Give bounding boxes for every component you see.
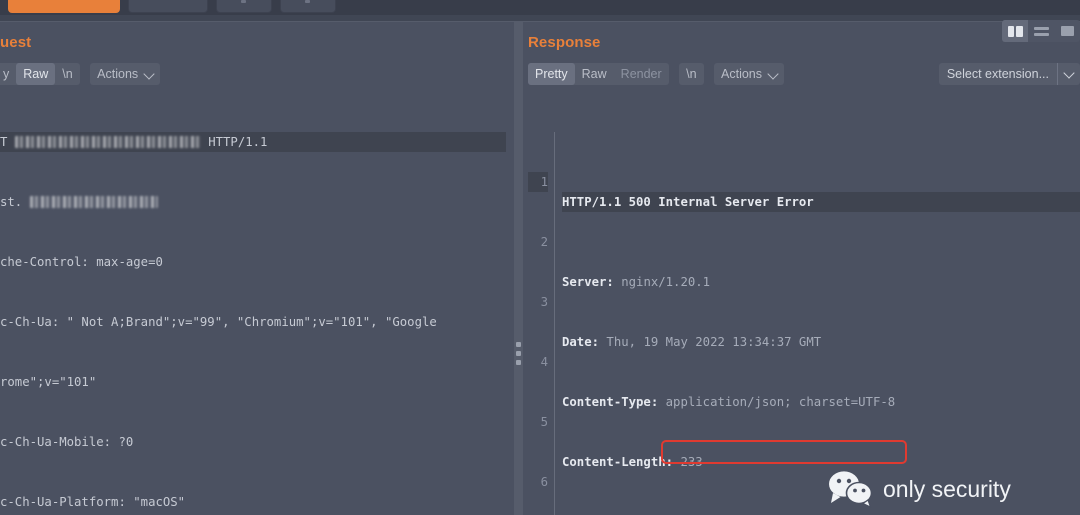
split-vertical-icon	[1007, 25, 1023, 37]
line-number: 1	[528, 172, 548, 192]
tab-4-dot	[305, 0, 310, 3]
request-line-1: T HTTP/1.1	[0, 132, 506, 152]
request-title: uest	[0, 34, 32, 51]
single-view-button[interactable]	[1054, 20, 1080, 42]
request-body[interactable]: T HTTP/1.1 st. che-Control: max-age=0 c-…	[0, 92, 506, 515]
response-actions-button[interactable]: Actions	[714, 63, 785, 85]
response-panel: Response Pretty Raw Render \n Actions Sele…	[528, 20, 1080, 515]
request-line-3: che-Control: max-age=0	[0, 255, 163, 269]
response-header-line: Content-Type: application/json; charset=…	[562, 395, 896, 409]
panel-divider[interactable]	[514, 22, 523, 515]
line-number: 3	[540, 295, 548, 309]
response-title: Response	[528, 34, 601, 51]
line-number: 5	[540, 415, 548, 429]
redacted-request-url	[14, 136, 201, 148]
response-status-line: HTTP/1.1 500 Internal Server Error	[562, 192, 1080, 212]
response-header-line: Content-Length: 233	[562, 455, 703, 469]
split-horizontal-icon	[1033, 26, 1049, 37]
request-line-6: c-Ch-Ua-Mobile: ?0	[0, 435, 134, 449]
request-tab-raw[interactable]: Raw	[16, 63, 56, 85]
drag-handle-icon[interactable]	[516, 342, 521, 369]
request-line-5: rome";v="101"	[0, 375, 97, 389]
tab-strip	[0, 0, 1080, 15]
response-header-line: Server: nginx/1.20.1	[562, 275, 711, 289]
tab-1[interactable]	[8, 0, 120, 13]
response-header-line: Date: Thu, 19 May 2022 13:34:37 GMT	[562, 335, 822, 349]
redacted-host	[29, 196, 158, 208]
response-toolbar: Pretty Raw Render \n Actions	[528, 63, 785, 85]
request-view-tabs: y Raw \n	[0, 63, 80, 85]
wechat-icon	[829, 471, 873, 508]
request-line-7: c-Ch-Ua-Platform: "macOS"	[0, 495, 186, 509]
tab-2[interactable]	[128, 0, 208, 13]
response-lines: HTTP/1.1 500 Internal Server Error Serve…	[555, 132, 1080, 515]
response-tab-newline[interactable]: \n	[679, 63, 704, 85]
request-tab-pretty[interactable]: y	[0, 63, 16, 85]
burp-suite-window: uest y Raw \n Actions T HTTP/1.1 st. che-C…	[0, 0, 1080, 515]
line-number: 2	[540, 235, 548, 249]
response-tab-raw[interactable]: Raw	[575, 63, 614, 85]
line-number: 4	[540, 355, 548, 369]
watermark-text: only security	[883, 475, 1011, 502]
tab-4[interactable]	[280, 0, 336, 13]
request-toolbar: y Raw \n Actions	[0, 63, 161, 85]
extension-select-label: Select extension...	[946, 67, 1049, 81]
request-actions-button[interactable]: Actions	[90, 63, 161, 85]
watermark: only security	[828, 470, 1011, 508]
tab-3-dot	[241, 0, 246, 3]
request-tab-newline[interactable]: \n	[55, 63, 79, 85]
request-panel: uest y Raw \n Actions T HTTP/1.1 st. che-C…	[0, 22, 506, 515]
response-body[interactable]: 1 2 3 4 5 6 7 8 9 10 11 12 13 HTTP/1.1 5…	[528, 92, 1080, 515]
stacked-view-button[interactable]	[1028, 20, 1054, 42]
layout-toggle-group	[1002, 20, 1080, 42]
response-tab-render[interactable]: Render	[614, 63, 669, 85]
response-view-tabs: Pretty Raw Render	[528, 63, 669, 85]
response-tab-pretty[interactable]: Pretty	[528, 63, 575, 85]
side-by-side-view-button[interactable]	[1002, 20, 1028, 42]
single-pane-icon	[1060, 26, 1074, 36]
tab-3[interactable]	[216, 0, 272, 13]
request-line-4: c-Ch-Ua: " Not A;Brand";v="99", "Chromiu…	[0, 315, 437, 329]
chevron-down-icon[interactable]	[1058, 63, 1080, 85]
line-number-gutter: 1 2 3 4 5 6 7 8 9 10 11 12 13	[528, 132, 554, 515]
line-number: 6	[540, 475, 548, 489]
extension-select[interactable]: Select extension...	[938, 63, 1080, 85]
request-line-2: st.	[0, 192, 506, 212]
